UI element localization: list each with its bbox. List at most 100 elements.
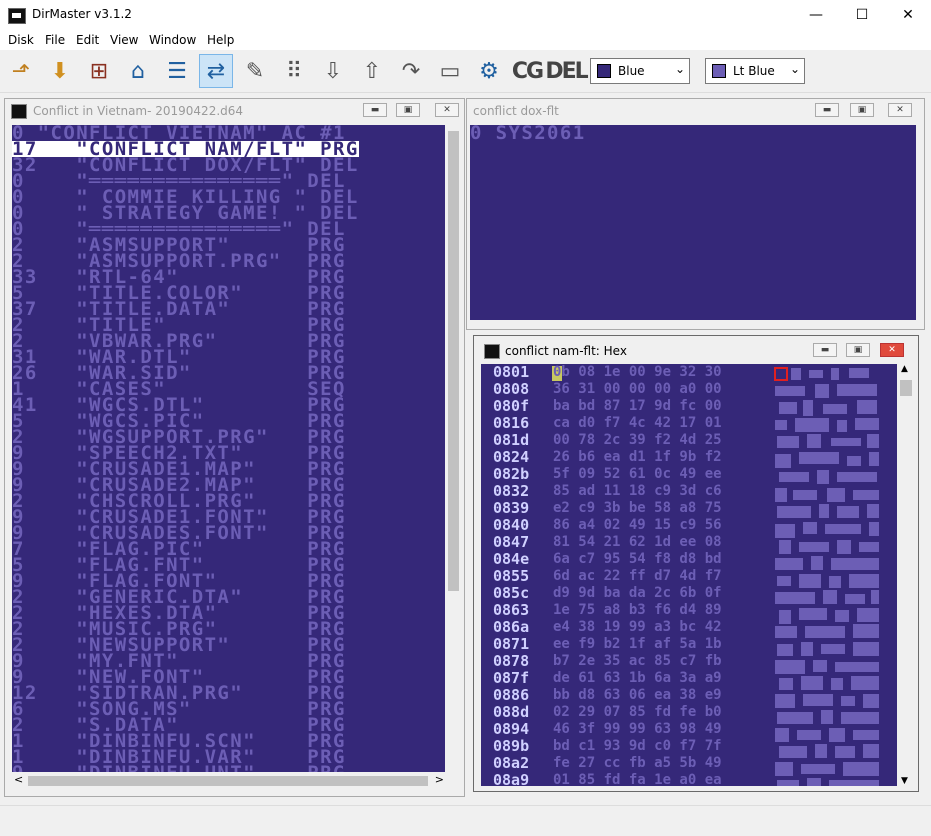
background-color-select[interactable]: Blue ⌄ — [590, 58, 690, 84]
maximize-button[interactable]: ☐ — [839, 0, 885, 30]
hex-row[interactable]: 080f ba bd 87 17 9d fc 00 — [481, 398, 761, 415]
hex-bytes[interactable]: d9 9d ba da 2c 6b 0f — [553, 585, 722, 602]
hex-bytes[interactable]: ca d0 f7 4c 42 17 01 — [553, 415, 722, 432]
directory-listing[interactable]: 0 "CONFLICT VIETNAM" AC #1 17 "CONFLICT N… — [12, 125, 445, 772]
hex-row[interactable]: 087f de 61 63 1b 6a 3a a9 — [481, 670, 761, 687]
folder-icon[interactable]: ▭ — [433, 54, 467, 88]
hex-bytes[interactable]: 86 a4 02 49 15 c9 56 — [553, 517, 722, 534]
menu-file[interactable]: File — [45, 33, 65, 47]
hex-row[interactable]: 089b bd c1 93 9d c0 f7 7f — [481, 738, 761, 755]
dox-screen[interactable]: 0 SYS2061 — [470, 125, 916, 320]
home-icon[interactable]: ⌂ — [121, 54, 155, 88]
directory-horizontal-scrollbar[interactable]: < > — [12, 773, 446, 789]
child-minimize-button[interactable]: ▬ — [813, 343, 837, 357]
hex-row[interactable]: 0824 26 b6 ea d1 1f 9b f2 — [481, 449, 761, 466]
redo-icon[interactable]: ↷ — [394, 54, 428, 88]
hex-bytes[interactable]: de 61 63 1b 6a 3a a9 — [553, 670, 722, 687]
hex-bytes[interactable]: bb d8 63 06 ea 38 e9 — [553, 687, 722, 704]
hex-bytes[interactable]: 46 3f 99 99 63 98 49 — [553, 721, 722, 738]
hex-row[interactable]: 0816 ca d0 f7 4c 42 17 01 — [481, 415, 761, 432]
hex-row[interactable]: 085c d9 9d ba da 2c 6b 0f — [481, 585, 761, 602]
hex-bytes[interactable]: 5f 09 52 61 0c 49 ee — [553, 466, 722, 483]
hex-row[interactable]: 0863 1e 75 a8 b3 f6 d4 89 — [481, 602, 761, 619]
hex-row[interactable]: 0808 36 31 00 00 00 a0 00 — [481, 381, 761, 398]
child-minimize-button[interactable]: ▬ — [815, 103, 839, 117]
hex-view[interactable]: 0801 0b 08 1e 00 9e 32 30 0808 36 31 00 00 … — [481, 364, 897, 786]
scroll-thumb[interactable] — [28, 776, 428, 786]
hex-row[interactable]: 08a9 01 85 fd fa 1e a0 ea — [481, 772, 761, 787]
hex-row[interactable]: 0832 85 ad 11 18 c9 3d c6 — [481, 483, 761, 500]
hex-bytes[interactable]: ba bd 87 17 9d fc 00 — [553, 398, 722, 415]
hex-row[interactable]: 0839 e2 c9 3b be 58 a8 75 — [481, 500, 761, 517]
hex-address: 0839 — [493, 499, 530, 517]
hex-bytes[interactable]: bd c1 93 9d c0 f7 7f — [553, 738, 722, 755]
menu-disk[interactable]: Disk — [8, 33, 34, 47]
hex-row[interactable]: 08a2 fe 27 cc fb a5 5b 49 — [481, 755, 761, 772]
hex-vertical-scrollbar[interactable]: ▲ ▼ — [898, 364, 914, 786]
menu-window[interactable]: Window — [149, 33, 196, 47]
hex-bytes[interactable]: 02 29 07 85 fd fe b0 — [553, 704, 722, 721]
scroll-up-icon[interactable]: ▲ — [901, 364, 908, 374]
hex-bytes[interactable]: 01 85 fd fa 1e a0 ea — [553, 772, 722, 786]
hex-row[interactable]: 086a e4 38 19 99 a3 bc 42 — [481, 619, 761, 636]
directory-vertical-scrollbar[interactable] — [446, 125, 461, 772]
hex-row[interactable]: 0894 46 3f 99 99 63 98 49 — [481, 721, 761, 738]
hex-row[interactable]: 081d 00 78 2c 39 f2 4d 25 — [481, 432, 761, 449]
scroll-thumb[interactable] — [900, 380, 912, 396]
hex-row[interactable]: 0847 81 54 21 62 1d ee 08 — [481, 534, 761, 551]
import-icon[interactable]: ⬇ — [43, 54, 77, 88]
hex-bytes[interactable]: 81 54 21 62 1d ee 08 — [553, 534, 722, 551]
hex-bytes[interactable]: 6d ac 22 ff d7 4d f7 — [553, 568, 722, 585]
hex-row[interactable]: 088d 02 29 07 85 fd fe b0 — [481, 704, 761, 721]
cg-button[interactable]: CG — [510, 54, 544, 88]
menu-view[interactable]: View — [110, 33, 138, 47]
hex-row[interactable]: 0855 6d ac 22 ff d7 4d f7 — [481, 568, 761, 585]
child-minimize-button[interactable]: ▬ — [363, 103, 387, 117]
scroll-down-icon[interactable]: ▼ — [901, 776, 908, 786]
open-icon[interactable]: ⬏ — [4, 54, 38, 88]
export-icon[interactable]: ⊞ — [82, 54, 116, 88]
hex-bytes[interactable]: 0b 08 1e 00 9e 32 30 — [553, 364, 722, 381]
hex-bytes[interactable]: 1e 75 a8 b3 f6 d4 89 — [553, 602, 722, 619]
grid-icon[interactable]: ⠿ — [277, 54, 311, 88]
swap-icon[interactable]: ⇄ — [199, 54, 233, 88]
child-maximize-button[interactable]: ▣ — [846, 343, 870, 357]
up-icon[interactable]: ⇧ — [355, 54, 389, 88]
hex-bytes[interactable]: 00 78 2c 39 f2 4d 25 — [553, 432, 722, 449]
hex-bytes[interactable]: 85 ad 11 18 c9 3d c6 — [553, 483, 722, 500]
hex-row[interactable]: 082b 5f 09 52 61 0c 49 ee — [481, 466, 761, 483]
scroll-right-icon[interactable]: > — [435, 773, 444, 786]
edit-icon[interactable]: ✎ — [238, 54, 272, 88]
hex-bytes[interactable]: ee f9 b2 1f af 5a 1b — [553, 636, 722, 653]
hex-row[interactable]: 0878 b7 2e 35 ac 85 c7 fb — [481, 653, 761, 670]
minimize-button[interactable]: — — [793, 0, 839, 30]
menu-edit[interactable]: Edit — [76, 33, 99, 47]
menu-help[interactable]: Help — [207, 33, 234, 47]
scroll-left-icon[interactable]: < — [14, 773, 23, 786]
hex-bytes[interactable]: 26 b6 ea d1 1f 9b f2 — [553, 449, 722, 466]
hex-bytes[interactable]: fe 27 cc fb a5 5b 49 — [553, 755, 722, 772]
child-maximize-button[interactable]: ▣ — [850, 103, 874, 117]
child-close-button[interactable]: ✕ — [880, 343, 904, 357]
hex-row[interactable]: 0886 bb d8 63 06 ea 38 e9 — [481, 687, 761, 704]
close-button[interactable]: ✕ — [885, 0, 931, 30]
foreground-color-select[interactable]: Lt Blue ⌄ — [705, 58, 805, 84]
hex-bytes[interactable]: b7 2e 35 ac 85 c7 fb — [553, 653, 722, 670]
list-icon[interactable]: ☰ — [160, 54, 194, 88]
child-close-button[interactable]: ✕ — [888, 103, 912, 117]
hex-bytes[interactable]: 6a c7 95 54 f8 d8 bd — [553, 551, 722, 568]
directory-entry[interactable]: 9 "DINBINFU.UNT" PRG — [12, 764, 346, 773]
hex-row[interactable]: 0840 86 a4 02 49 15 c9 56 — [481, 517, 761, 534]
child-close-button[interactable]: ✕ — [435, 103, 459, 117]
child-maximize-button[interactable]: ▣ — [396, 103, 420, 117]
hex-bytes[interactable]: 36 31 00 00 00 a0 00 — [553, 381, 722, 398]
down-icon[interactable]: ⇩ — [316, 54, 350, 88]
hex-row[interactable]: 0801 0b 08 1e 00 9e 32 30 — [481, 364, 761, 381]
hex-bytes[interactable]: e4 38 19 99 a3 bc 42 — [553, 619, 722, 636]
hex-row[interactable]: 0871 ee f9 b2 1f af 5a 1b — [481, 636, 761, 653]
hex-bytes[interactable]: e2 c9 3b be 58 a8 75 — [553, 500, 722, 517]
del-button[interactable]: DEL — [545, 54, 588, 88]
network-icon[interactable]: ⚙ — [472, 54, 506, 88]
hex-row[interactable]: 084e 6a c7 95 54 f8 d8 bd — [481, 551, 761, 568]
scroll-thumb[interactable] — [448, 131, 459, 591]
